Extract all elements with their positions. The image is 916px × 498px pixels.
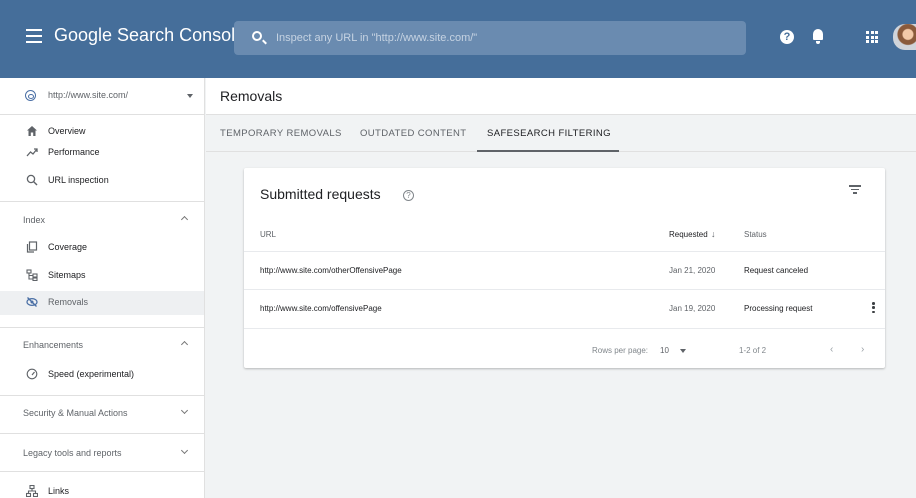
sidebar-section-label: Security & Manual Actions <box>23 408 128 418</box>
filter-icon[interactable] <box>849 184 861 194</box>
sidebar-divider <box>0 471 204 472</box>
sitemap-icon <box>26 269 38 281</box>
dropdown-caret-icon <box>680 349 686 353</box>
row-divider <box>244 328 885 329</box>
column-header-url: URL <box>260 230 277 239</box>
globe-icon <box>25 90 36 101</box>
page-title: Removals <box>220 88 283 104</box>
sidebar-item-links[interactable]: Links <box>0 480 204 498</box>
app-name[interactable]: Google Search Console <box>54 25 245 46</box>
home-icon <box>27 126 37 136</box>
chevron-down-icon <box>180 446 189 455</box>
notifications-bell-icon[interactable] <box>812 28 824 44</box>
help-icon[interactable]: ? <box>780 30 794 44</box>
tab-temporary-removals[interactable]: TEMPORARY REMOVALS <box>220 115 342 152</box>
dropdown-caret-icon <box>187 94 193 98</box>
column-header-requested[interactable]: Requested <box>669 230 708 239</box>
sidebar-item-label: Speed (experimental) <box>48 369 135 379</box>
property-url: http://www.site.com/ <box>48 90 129 100</box>
sidebar-section-label: Enhancements <box>23 340 84 350</box>
sidebar-item-label: Links <box>48 486 70 496</box>
coverage-icon <box>26 241 38 253</box>
sidebar-item-label: Sitemaps <box>48 270 86 280</box>
card-title: Submitted requests <box>260 186 381 202</box>
tab-safesearch-filtering[interactable]: SAFESEARCH FILTERING <box>477 115 619 152</box>
url-inspection-search[interactable] <box>234 21 746 55</box>
row-url: http://www.site.com/offensivePage <box>260 304 382 313</box>
sidebar-item-performance[interactable]: Performance <box>0 141 204 165</box>
menu-icon[interactable] <box>26 29 42 43</box>
sidebar-item-speed[interactable]: Speed (experimental) <box>0 363 204 387</box>
top-app-bar: Google Search Console ? <box>0 0 916 78</box>
apps-grid-icon[interactable] <box>866 31 878 43</box>
submitted-requests-card: Submitted requests ? URL Requested ↓ Sta… <box>244 168 885 368</box>
sidebar-item-label: Coverage <box>48 242 88 252</box>
avatar[interactable] <box>893 24 916 50</box>
sidebar-section-enhancements[interactable]: Enhancements <box>0 334 204 356</box>
sidebar-item-removals[interactable]: Removals <box>0 291 204 315</box>
rows-per-page-select[interactable]: 10 <box>660 343 688 357</box>
table-row[interactable]: http://www.site.com/offensivePage Jan 19… <box>244 290 885 326</box>
row-url: http://www.site.com/otherOffensivePage <box>260 266 402 275</box>
removals-icon <box>26 297 38 307</box>
sidebar-item-sitemaps[interactable]: Sitemaps <box>0 264 204 288</box>
trending-up-icon <box>26 148 38 157</box>
chevron-right-icon[interactable]: › <box>861 345 871 355</box>
row-status: Request canceled <box>744 266 809 275</box>
sidebar-divider <box>0 201 204 202</box>
more-vert-icon[interactable] <box>872 302 875 314</box>
table-row[interactable]: http://www.site.com/otherOffensivePage J… <box>244 252 885 288</box>
speed-icon <box>26 368 38 380</box>
sidebar-item-url-inspection[interactable]: URL inspection <box>0 169 204 193</box>
help-circle-icon[interactable]: ? <box>403 190 414 201</box>
arrow-down-icon[interactable]: ↓ <box>711 229 716 239</box>
property-selector[interactable]: http://www.site.com/ <box>0 78 204 115</box>
sidebar-item-label: Removals <box>48 297 89 307</box>
row-requested-date: Jan 21, 2020 <box>669 266 716 275</box>
page-header: Removals <box>206 78 916 115</box>
column-header-status: Status <box>744 230 767 239</box>
sidebar-item-label: URL inspection <box>48 175 109 185</box>
links-icon <box>26 485 38 497</box>
rows-per-page-label: Rows per page: <box>592 346 649 355</box>
sidebar-divider <box>0 433 204 434</box>
sidebar: http://www.site.com/ Overview Performanc… <box>0 78 205 498</box>
search-icon <box>26 174 38 186</box>
chevron-up-icon <box>180 215 189 224</box>
sidebar-item-label: Performance <box>48 147 100 157</box>
chevron-up-icon <box>180 340 189 349</box>
removals-tabs: TEMPORARY REMOVALS OUTDATED CONTENT SAFE… <box>206 115 916 152</box>
chevron-left-icon[interactable]: ‹ <box>830 345 840 355</box>
sidebar-item-label: Overview <box>48 126 86 136</box>
sidebar-divider <box>0 395 204 396</box>
tab-outdated-content[interactable]: OUTDATED CONTENT <box>360 115 467 152</box>
pagination-range: 1-2 of 2 <box>739 346 767 355</box>
sidebar-section-label: Legacy tools and reports <box>23 448 122 458</box>
sidebar-divider <box>0 327 204 328</box>
sidebar-section-legacy[interactable]: Legacy tools and reports <box>0 442 204 464</box>
search-icon <box>252 31 262 41</box>
url-inspection-input[interactable] <box>276 28 716 48</box>
row-requested-date: Jan 19, 2020 <box>669 304 716 313</box>
sidebar-section-index[interactable]: Index <box>0 209 204 231</box>
rows-per-page-value: 10 <box>660 346 669 355</box>
chevron-down-icon <box>180 406 189 415</box>
sidebar-section-security[interactable]: Security & Manual Actions <box>0 402 204 424</box>
row-status: Processing request <box>744 304 813 313</box>
sidebar-item-coverage[interactable]: Coverage <box>0 236 204 260</box>
sidebar-section-label: Index <box>23 215 46 225</box>
